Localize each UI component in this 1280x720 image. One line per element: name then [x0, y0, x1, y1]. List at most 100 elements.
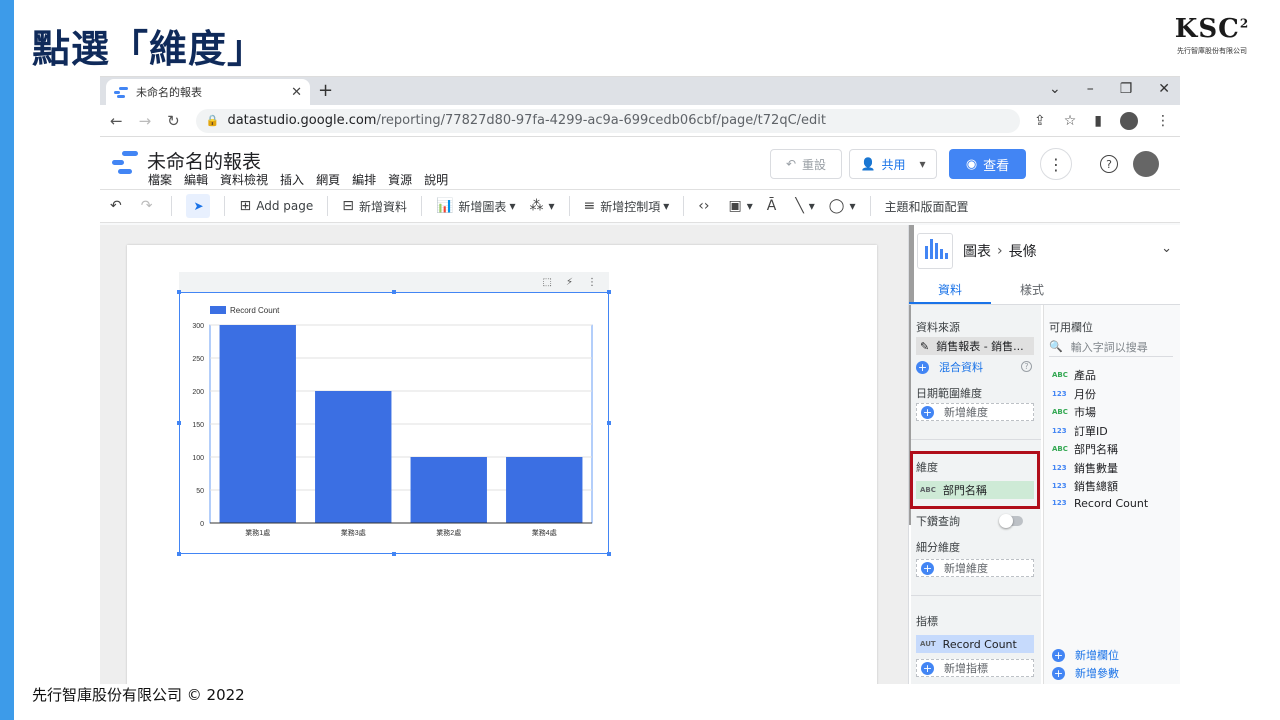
menu-insert[interactable]: 插入 — [280, 171, 304, 188]
add-field-button[interactable]: + 新增欄位 — [1052, 647, 1119, 663]
number-type-icon: 123 — [1052, 426, 1067, 435]
available-field-item[interactable]: 123 Record Count — [1052, 497, 1148, 510]
url-input[interactable]: 🔒 datastudio.google.com/reporting/77827d… — [195, 108, 1020, 133]
undo-icon[interactable]: ↶ — [110, 198, 127, 214]
metric-chip[interactable]: AUT Record Count — [916, 635, 1034, 653]
help-icon[interactable]: ? — [1100, 155, 1118, 173]
new-tab-button[interactable]: + — [318, 80, 333, 101]
field-search-input[interactable]: 🔍 輸入字詞以搜尋 — [1049, 337, 1173, 357]
select-chart-icon[interactable]: ⬚ — [543, 277, 552, 288]
plus-icon: + — [921, 561, 934, 575]
share-button[interactable]: 👤 共用 ▾ — [849, 149, 937, 179]
add-chart-button[interactable]: 📊 新增圖表 ▾ — [436, 198, 515, 215]
add-control-label: 新增控制項 — [600, 199, 661, 214]
legend-swatch — [210, 306, 226, 314]
available-field-item[interactable]: 123 銷售總額 — [1052, 478, 1118, 494]
more-options-icon[interactable]: ⋮ — [1040, 148, 1072, 180]
menu-resource[interactable]: 資源 — [388, 171, 412, 188]
view-button[interactable]: ◉ 查看 — [949, 149, 1026, 179]
menu-edit[interactable]: 編輯 — [184, 171, 208, 188]
available-field-name: 銷售數量 — [1074, 461, 1118, 475]
side-panel-icon[interactable]: ▮ — [1094, 113, 1102, 129]
community-viz-button[interactable]: ⁂ ▾ — [529, 198, 554, 214]
available-field-item[interactable]: ABC 市場 — [1052, 404, 1096, 420]
data-studio-logo-icon[interactable] — [112, 151, 138, 175]
lock-icon: 🔒 — [205, 114, 220, 127]
close-tab-icon[interactable]: ✕ — [291, 85, 302, 100]
chart-type-selector[interactable]: 圖表 › 長條 — [917, 233, 1037, 269]
restore-icon[interactable]: ❐ — [1120, 81, 1133, 97]
add-metric-button[interactable]: + 新增指標 — [916, 659, 1034, 677]
redo-icon[interactable]: ↷ — [141, 198, 158, 214]
embed-code-icon[interactable]: ‹› — [698, 198, 714, 214]
properties-panel: 圖表 › 長條 ⌄ 資料 樣式 資料來源 ✎ 銷售報表 - 銷售... + 混合資… — [908, 225, 1180, 684]
bookmark-star-icon[interactable]: ☆ — [1064, 113, 1077, 129]
available-field-name: 銷售總額 — [1074, 480, 1118, 493]
back-icon[interactable]: ← — [110, 112, 123, 130]
available-field-item[interactable]: ABC 產品 — [1052, 367, 1096, 383]
add-date-dimension-button[interactable]: + 新增維度 — [916, 403, 1034, 421]
add-breakdown-dimension-button[interactable]: + 新增維度 — [916, 559, 1034, 577]
add-data-button[interactable]: ⊟ 新增資料 — [342, 198, 407, 215]
drilldown-toggle[interactable] — [999, 514, 1023, 528]
text-box-icon[interactable]: Ā — [767, 198, 782, 214]
chevron-down-icon[interactable]: ▾ — [919, 157, 925, 171]
forward-icon[interactable]: → — [139, 112, 152, 130]
add-control-button[interactable]: ≡ 新增控制項 ▾ — [584, 198, 670, 215]
tab-search-icon[interactable]: ⌄ — [1049, 81, 1061, 97]
report-page[interactable]: ⬚ ⚡ ⋮ 0 50 100 150 200 250 300 業務1處 業務3處 業務2處 業務4處… — [127, 245, 877, 684]
available-field-name: 部門名稱 — [1074, 443, 1118, 456]
add-parameter-button[interactable]: + 新增參數 — [1052, 665, 1119, 681]
available-field-name: 產品 — [1074, 369, 1096, 382]
bar-chart-component[interactable]: 0 50 100 150 200 250 300 業務1處 業務3處 業務2處 業務4處 Record… — [177, 290, 611, 556]
search-placeholder: 輸入字詞以搜尋 — [1070, 340, 1148, 354]
collapse-chevron-icon[interactable]: ⌄ — [1161, 241, 1172, 256]
y-tick-label: 300 — [192, 323, 204, 330]
reset-icon: ↶ — [785, 157, 797, 171]
dimension-highlight-box — [910, 451, 1040, 509]
data-source-label: 資料來源 — [916, 321, 960, 334]
menu-help[interactable]: 說明 — [424, 171, 448, 188]
available-field-item[interactable]: ABC 部門名稱 — [1052, 441, 1118, 457]
data-source-chip[interactable]: ✎ 銷售報表 - 銷售... — [916, 337, 1034, 355]
browser-menu-icon[interactable]: ⋮ — [1156, 113, 1170, 129]
optimize-icon[interactable]: ⚡ — [566, 277, 573, 288]
line-icon[interactable]: ╲ ▾ — [795, 198, 814, 214]
available-field-item[interactable]: 123 訂單ID — [1052, 423, 1108, 439]
theme-layout-button[interactable]: 主題和版面配置 — [885, 198, 969, 215]
auto-type-icon: AUT — [920, 640, 936, 648]
image-icon[interactable]: ▣ ▾ — [728, 198, 752, 214]
close-window-icon[interactable]: ✕ — [1158, 81, 1170, 97]
menu-file[interactable]: 檔案 — [148, 171, 172, 188]
available-field-item[interactable]: 123 銷售數量 — [1052, 460, 1118, 476]
browser-tab[interactable]: 未命名的報表 ✕ — [106, 79, 310, 105]
report-name[interactable]: 未命名的報表 — [147, 147, 261, 174]
menu-view[interactable]: 資料檢視 — [220, 171, 268, 188]
minimize-icon[interactable]: – — [1087, 81, 1094, 97]
browser-tab-title: 未命名的報表 — [136, 86, 202, 99]
tab-style[interactable]: 樣式 — [991, 277, 1073, 304]
menu-arrange[interactable]: 編排 — [352, 171, 376, 188]
plus-icon: + — [1052, 648, 1065, 662]
share-page-icon[interactable]: ⇪ — [1034, 113, 1046, 129]
pencil-icon[interactable]: ✎ — [920, 340, 929, 353]
url-host: datastudio.google.com — [227, 113, 377, 128]
y-tick-label: 0 — [200, 521, 204, 528]
shape-icon[interactable]: ◯ ▾ — [829, 198, 856, 214]
tab-data[interactable]: 資料 — [909, 277, 991, 304]
help-icon[interactable]: ? — [1021, 361, 1032, 372]
select-cursor-icon[interactable]: ➤ — [186, 194, 211, 218]
add-dimension-label: 新增維度 — [944, 406, 988, 419]
add-page-icon: ⊞ — [239, 198, 252, 214]
add-page-button[interactable]: ⊞ Add page — [239, 198, 313, 214]
menu-page[interactable]: 網頁 — [316, 171, 340, 188]
reset-button[interactable]: ↶ 重設 — [770, 149, 842, 179]
profile-avatar[interactable] — [1120, 111, 1138, 130]
add-parameter-label: 新增參數 — [1075, 667, 1119, 680]
add-data-label: 新增資料 — [358, 199, 407, 214]
chart-menu-icon[interactable]: ⋮ — [587, 277, 597, 288]
blend-data-link[interactable]: + 混合資料 — [916, 359, 983, 375]
reload-icon[interactable]: ↻ — [167, 112, 180, 130]
user-avatar[interactable] — [1133, 151, 1159, 177]
available-field-item[interactable]: 123 月份 — [1052, 386, 1096, 402]
